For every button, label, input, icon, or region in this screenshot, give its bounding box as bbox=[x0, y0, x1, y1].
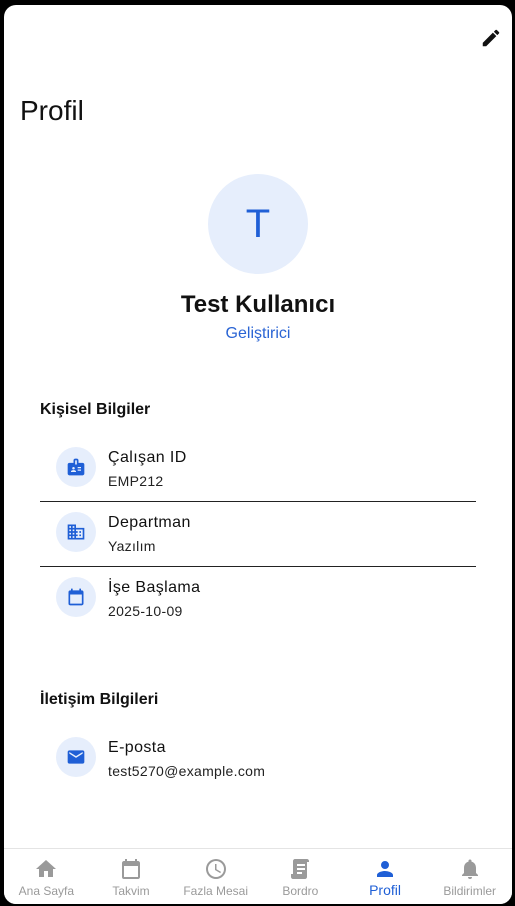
nav-item-home[interactable]: Ana Sayfa bbox=[4, 849, 89, 904]
info-row-employee-id: Çalışan ID EMP212 bbox=[40, 437, 476, 502]
building-icon bbox=[67, 524, 85, 540]
user-role: Geliştirici bbox=[225, 325, 291, 342]
info-label: Departman bbox=[108, 514, 191, 531]
info-row-start-date: İşe Başlama 2025-10-09 bbox=[40, 567, 476, 632]
user-name: Test Kullanıcı bbox=[180, 291, 336, 318]
mail-icon bbox=[67, 750, 85, 764]
badge-icon bbox=[67, 458, 85, 476]
contact-info-title: İletişim Bilgileri bbox=[40, 691, 159, 708]
clock-icon bbox=[205, 859, 226, 879]
info-value: 2025-10-09 bbox=[108, 603, 183, 619]
info-label: Çalışan ID bbox=[108, 449, 187, 466]
calendar-icon bbox=[68, 588, 84, 606]
info-value: Yazılım bbox=[108, 538, 156, 554]
edit-profile-button[interactable] bbox=[478, 25, 504, 51]
nav-item-profile[interactable]: Profil bbox=[343, 849, 428, 904]
pencil-icon bbox=[482, 29, 500, 47]
nav-item-notifications[interactable]: Bildirimler bbox=[427, 849, 512, 904]
info-label: İşe Başlama bbox=[108, 579, 201, 596]
receipt-icon bbox=[291, 859, 310, 879]
nav-item-calendar[interactable]: Takvim bbox=[89, 849, 174, 904]
info-row-email: E-posta test5270@example.com bbox=[40, 727, 476, 792]
nav-label: Takvim bbox=[112, 884, 150, 898]
nav-label: Bildirimler bbox=[443, 884, 497, 898]
home-icon bbox=[36, 860, 57, 877]
bell-icon bbox=[461, 859, 478, 879]
info-value: test5270@example.com bbox=[108, 763, 266, 779]
nav-item-payroll[interactable]: Bordro bbox=[258, 849, 343, 904]
nav-item-overtime[interactable]: Fazla Mesai bbox=[173, 849, 258, 904]
bottom-navigation: Ana Sayfa Takvim Fazla Mesai Bordro Prof… bbox=[4, 848, 512, 904]
calendar-icon bbox=[122, 859, 140, 879]
person-icon bbox=[377, 861, 394, 877]
page-title: Profil bbox=[20, 95, 84, 126]
personal-info-title: Kişisel Bilgiler bbox=[40, 401, 151, 418]
nav-label: Ana Sayfa bbox=[18, 884, 75, 898]
profile-screen: Profil T Test Kullanıcı Geliştirici Kişi… bbox=[4, 5, 512, 904]
nav-label: Fazla Mesai bbox=[183, 884, 249, 898]
info-row-department: Departman Yazılım bbox=[40, 502, 476, 567]
info-label: E-posta bbox=[108, 739, 166, 756]
nav-label: Bordro bbox=[282, 884, 319, 898]
avatar: T bbox=[208, 174, 308, 274]
nav-label: Profil bbox=[369, 882, 401, 898]
info-value: EMP212 bbox=[108, 473, 164, 489]
